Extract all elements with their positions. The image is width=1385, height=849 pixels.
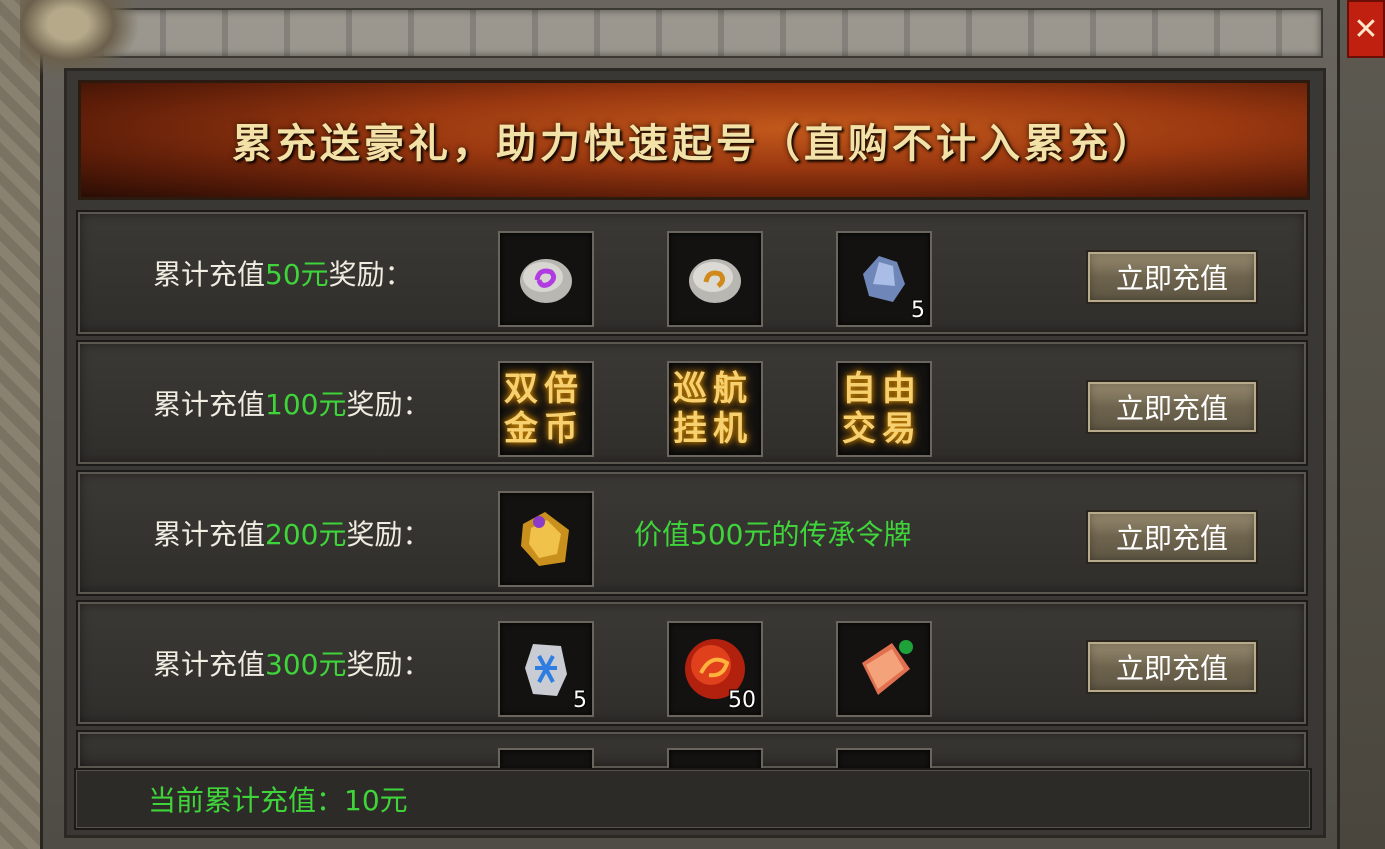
label-prefix: 累计充值 (153, 648, 266, 681)
reward-row-label: 累计充值 50元 奖励： (153, 212, 413, 334)
double-gold-badge-icon[interactable]: 双倍金币 (498, 361, 594, 457)
close-icon[interactable]: ✕ (1353, 12, 1378, 47)
badge-text: 巡航挂机 (673, 369, 753, 449)
reward-slot[interactable]: 5 (498, 621, 594, 717)
reward-slot[interactable] (498, 491, 594, 587)
game-world-background-right (1340, 0, 1385, 849)
item-count: 5 (573, 688, 587, 713)
cruise-afk-badge-icon[interactable]: 巡航挂机 (667, 361, 763, 457)
reward-row-partial (76, 730, 1308, 772)
label-prefix: 累计充值 (153, 258, 266, 291)
promo-banner: 累充送豪礼，助力快速起号（直购不计入累充） (78, 80, 1310, 200)
reward-row-50: 累计充值 50元 奖励： 5 立即充值 (76, 210, 1308, 336)
red-scroll-book-icon (862, 640, 913, 695)
top-ornament-border (68, 8, 1323, 58)
label-amount: 300元 (265, 648, 347, 681)
reward-row-200: 累计充值 200元 奖励： 价值500元的传承令牌 立即充值 (76, 470, 1308, 596)
item-count: 50 (728, 688, 756, 713)
banner-title: 累充送豪礼，助力快速起号（直购不计入累充） (232, 120, 1156, 167)
reward-slot[interactable]: 50 (667, 621, 763, 717)
reward-slot[interactable] (836, 621, 932, 717)
recharge-total-bar: 当前累计充值：10元 (74, 768, 1312, 830)
recharge-button[interactable]: 立即充值 (1086, 250, 1258, 304)
gold-rune-stone-icon (689, 259, 741, 303)
reward-note: 价值500元的传承令牌 (634, 518, 912, 551)
reward-row-label: 累计充值 100元 奖励： (153, 342, 430, 464)
label-prefix: 累计充值 (153, 388, 266, 421)
label-suffix: 奖励： (346, 388, 431, 421)
blue-rune-stone-icon (525, 644, 567, 696)
label-suffix: 奖励： (346, 648, 431, 681)
reward-slot[interactable]: 5 (836, 231, 932, 327)
recharge-button[interactable]: 立即充值 (1086, 380, 1258, 434)
purple-rune-stone-icon (520, 259, 572, 303)
label-amount: 50元 (265, 258, 329, 291)
gold-token-icon (521, 512, 569, 566)
reward-row-100: 累计充值 100元 奖励： 双倍金币 巡航挂机 自由交易 立即充值 (76, 340, 1308, 466)
label-amount: 100元 (265, 388, 347, 421)
blue-crystal-ore-icon (863, 256, 905, 302)
label-amount: 200元 (265, 518, 347, 551)
close-button[interactable]: ✕ (1347, 0, 1385, 58)
current-total-text: 当前累计充值：10元 (148, 784, 408, 817)
reward-row-label: 累计充值 300元 奖励： (153, 602, 430, 724)
label-suffix: 奖励： (346, 518, 431, 551)
badge-text: 双倍金币 (504, 369, 584, 449)
free-trade-badge-icon[interactable]: 自由交易 (836, 361, 932, 457)
label-suffix: 奖励： (328, 258, 413, 291)
reward-slot[interactable] (498, 231, 594, 327)
reward-slot[interactable] (667, 231, 763, 327)
item-count: 5 (911, 298, 925, 323)
recharge-button[interactable]: 立即充值 (1086, 640, 1258, 694)
reward-row-label: 累计充值 200元 奖励： (153, 472, 430, 594)
reward-row-300: 累计充值 300元 奖励： 5 50 立即充值 (76, 600, 1308, 726)
label-prefix: 累计充值 (153, 518, 266, 551)
recharge-button[interactable]: 立即充值 (1086, 510, 1258, 564)
badge-text: 自由交易 (842, 369, 922, 449)
